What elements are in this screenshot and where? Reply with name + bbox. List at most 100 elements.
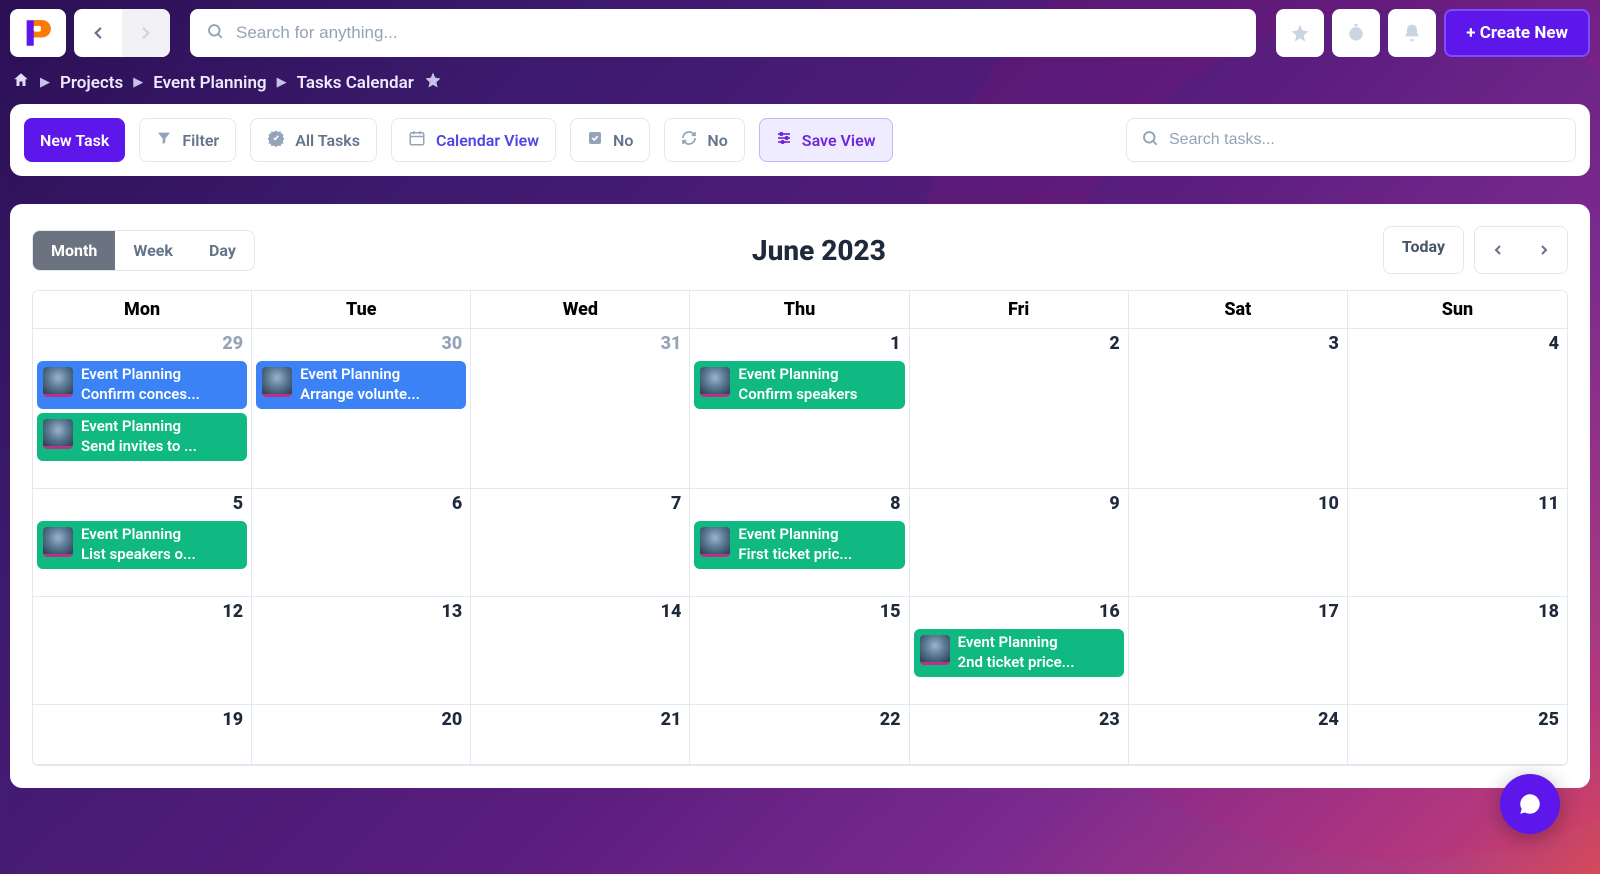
day-header: Thu [690,291,909,329]
chevron-right-icon: ▶ [277,75,287,90]
check-badge-icon [267,129,285,151]
day-header: Sat [1129,291,1348,329]
event-thumbnail [920,635,950,665]
calendar-cell[interactable]: 13 [252,597,471,705]
event-project: Event Planning [738,525,852,545]
day-number: 17 [1318,601,1339,622]
notifications-button[interactable] [1388,9,1436,57]
save-view-button[interactable]: Save View [759,118,893,162]
create-new-button[interactable]: + Create New [1444,9,1590,57]
global-search-input[interactable] [236,23,1240,43]
calendar-cell[interactable]: 10 [1129,489,1348,597]
next-month-button[interactable] [1521,227,1567,273]
view-tab-month[interactable]: Month [33,231,115,270]
search-icon [1141,129,1159,151]
view-tab-week[interactable]: Week [115,231,191,270]
view-tabs: Month Week Day [32,230,255,271]
calendar-cell[interactable]: 15 [690,597,909,705]
today-button[interactable]: Today [1383,226,1464,274]
breadcrumb-projects[interactable]: Projects [60,73,123,93]
save-view-label: Save View [802,131,876,150]
favorites-button[interactable] [1276,9,1324,57]
chevron-right-icon: ▶ [40,75,50,90]
task-search[interactable] [1126,118,1576,162]
calendar-cell[interactable]: 16 Event Planning 2nd ticket price... [910,597,1129,705]
calendar-cell[interactable]: 6 [252,489,471,597]
calendar-cell[interactable]: 25 [1348,705,1567,765]
calendar-cell[interactable]: 3 [1129,329,1348,489]
calendar-event[interactable]: Event Planning Arrange volunte... [256,361,466,409]
app-logo[interactable] [10,9,66,57]
prev-month-button[interactable] [1475,227,1521,273]
calendar-event[interactable]: Event Planning Send invites to ... [37,413,247,461]
calendar-event[interactable]: Event Planning Confirm conces... [37,361,247,409]
calendar-cell[interactable]: 30 Event Planning Arrange volunte... [252,329,471,489]
event-project: Event Planning [300,365,420,385]
day-number: 23 [1099,709,1120,730]
chat-fab[interactable] [1500,774,1560,834]
task-search-input[interactable] [1169,131,1561,149]
day-number: 19 [222,709,243,730]
calendar-cell[interactable]: 18 [1348,597,1567,705]
calendar-cell[interactable]: 5 Event Planning List speakers o... [33,489,252,597]
calendar-cell[interactable]: 4 [1348,329,1567,489]
calendar-cell[interactable]: 8 Event Planning First ticket pric... [690,489,909,597]
calendar-cell[interactable]: 20 [252,705,471,765]
view-tab-day[interactable]: Day [191,231,254,270]
timer-button[interactable] [1332,9,1380,57]
day-number: 12 [222,601,243,622]
calendar-cell[interactable]: 17 [1129,597,1348,705]
home-icon[interactable] [12,71,30,94]
calendar-cell[interactable]: 31 [471,329,690,489]
day-number: 16 [1099,601,1120,622]
calendar-view-label: Calendar View [436,131,539,150]
event-thumbnail [700,367,730,397]
refresh-icon [681,130,697,150]
calendar-event[interactable]: Event Planning First ticket pric... [694,521,904,569]
event-thumbnail [700,527,730,557]
event-project: Event Planning [81,417,197,437]
calendar-cell[interactable]: 14 [471,597,690,705]
day-header: Sun [1348,291,1567,329]
calendar-cell[interactable]: 2 [910,329,1129,489]
event-project: Event Planning [81,525,196,545]
nav-back-button[interactable] [74,9,122,57]
day-header: Mon [33,291,252,329]
calendar-cell[interactable]: 21 [471,705,690,765]
toggle-1-button[interactable]: No [570,118,650,162]
calendar-cell[interactable]: 22 [690,705,909,765]
day-header: Fri [910,291,1129,329]
toggle-2-button[interactable]: No [664,118,744,162]
calendar-cell[interactable]: 12 [33,597,252,705]
filter-button[interactable]: Filter [139,118,236,162]
all-tasks-button[interactable]: All Tasks [250,118,377,162]
day-number: 8 [890,493,900,514]
event-thumbnail [43,419,73,449]
star-icon[interactable] [424,71,442,94]
calendar-cell[interactable]: 19 [33,705,252,765]
calendar-cell[interactable]: 7 [471,489,690,597]
breadcrumb-event-planning[interactable]: Event Planning [153,73,266,93]
calendar-cell[interactable]: 1 Event Planning Confirm speakers [690,329,909,489]
new-task-button[interactable]: New Task [24,118,125,162]
global-search[interactable] [190,9,1256,57]
day-header: Wed [471,291,690,329]
chevron-right-icon: ▶ [133,75,143,90]
calendar-cell[interactable]: 11 [1348,489,1567,597]
event-thumbnail [43,527,73,557]
calendar-cell[interactable]: 24 [1129,705,1348,765]
event-project: Event Planning [81,365,200,385]
event-title: List speakers o... [81,545,196,565]
toggle-1-label: No [613,131,633,150]
day-number: 15 [880,601,901,622]
calendar-event[interactable]: Event Planning List speakers o... [37,521,247,569]
calendar-cell[interactable]: 9 [910,489,1129,597]
calendar-cell[interactable]: 29 Event Planning Confirm conces... Even… [33,329,252,489]
calendar-event[interactable]: Event Planning 2nd ticket price... [914,629,1124,677]
breadcrumb-tasks-calendar[interactable]: Tasks Calendar [297,73,414,93]
calendar-view-button[interactable]: Calendar View [391,118,556,162]
day-number: 20 [442,709,463,730]
event-title: Send invites to ... [81,437,197,457]
calendar-event[interactable]: Event Planning Confirm speakers [694,361,904,409]
calendar-cell[interactable]: 23 [910,705,1129,765]
